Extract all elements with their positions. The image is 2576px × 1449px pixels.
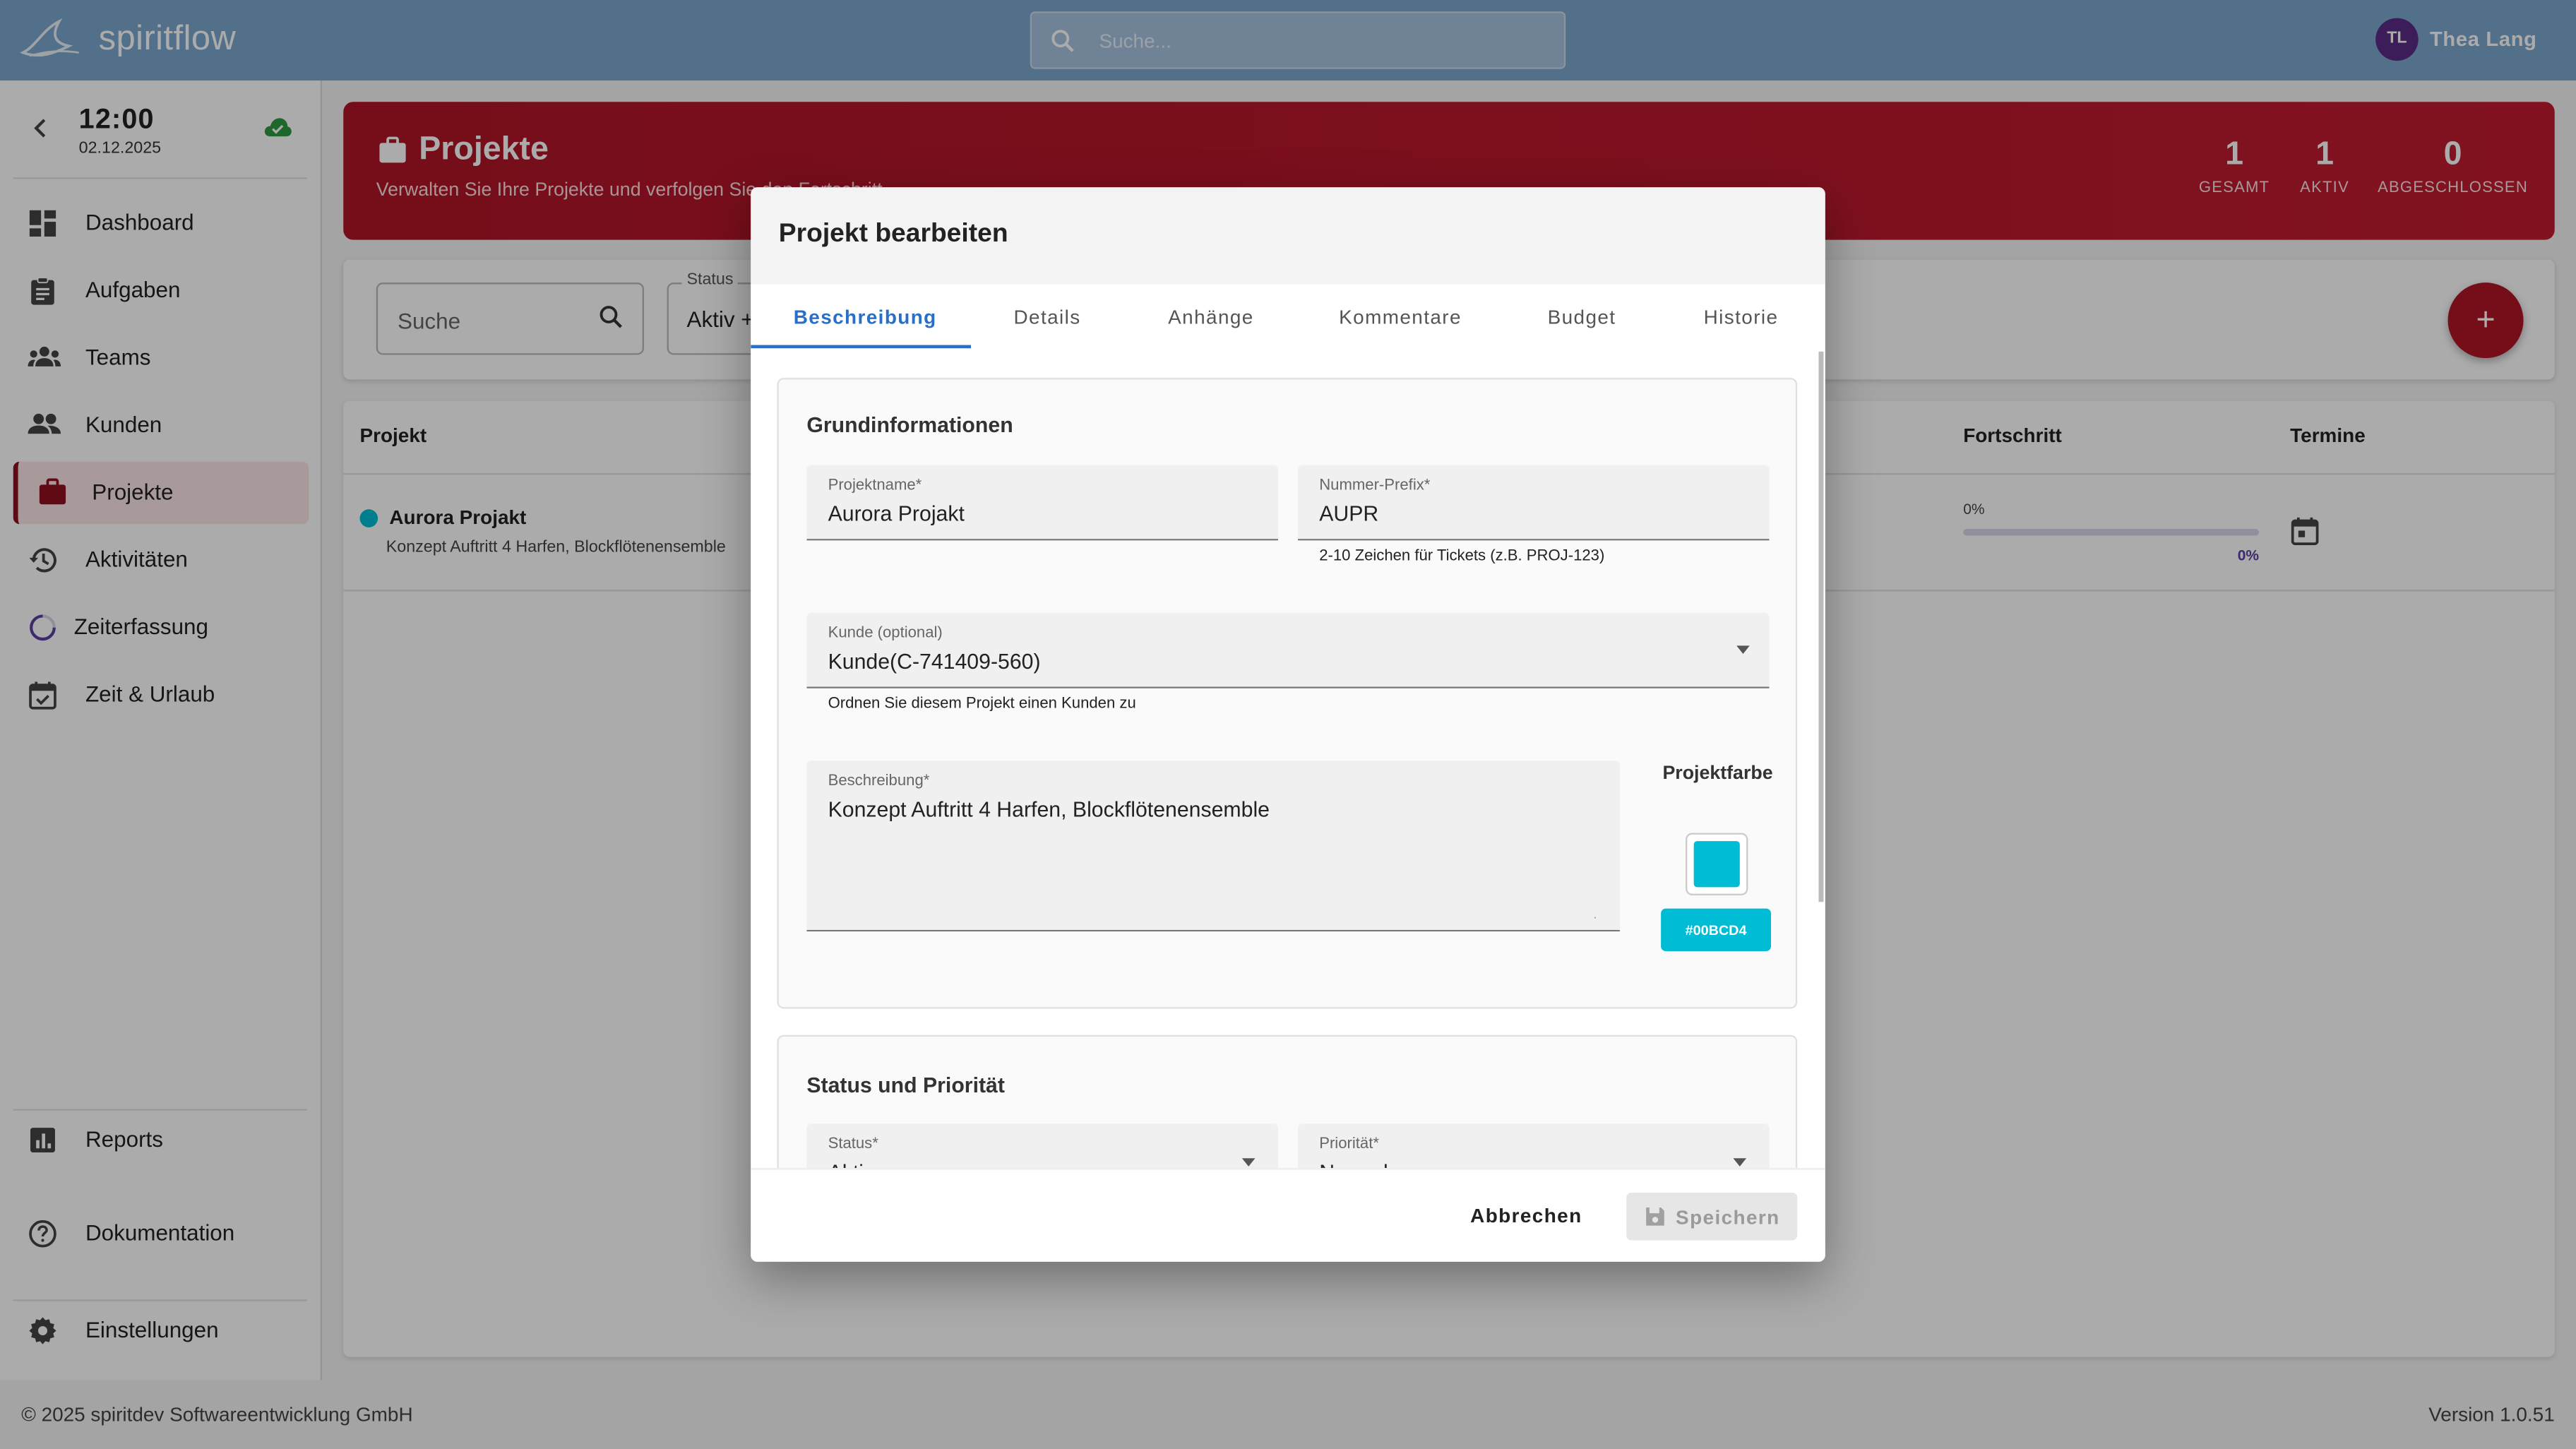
status-priority-card: Status und Priorität Status* Aktiv Prior… [777,1034,1798,1169]
dialog-scrollbar[interactable] [1818,351,1824,902]
dialog-header: Projekt bearbeiten [751,187,1825,285]
tab-anhaenge[interactable]: Anhänge [1168,306,1254,329]
customer-select[interactable]: Kunde (optional) Kunde(C-741409-560) [806,612,1770,688]
prefix-helper-text: 2-10 Zeichen für Tickets (z.B. PROJ-123) [1319,547,1605,566]
save-button[interactable]: Speichern [1626,1193,1798,1241]
color-swatch [1693,841,1740,888]
field-value: AUPR [1319,501,1379,526]
dialog-title: Projekt bearbeiten [778,220,1008,249]
description-textarea[interactable]: Beschreibung* Konzept Auftritt 4 Harfen,… [806,761,1620,932]
field-label: Beschreibung* [828,772,930,791]
field-value: Aktiv [828,1160,875,1169]
tab-historie[interactable]: Historie [1704,306,1779,329]
color-hex-button[interactable]: #00BCD4 [1661,908,1771,952]
field-label: Projektname* [828,476,922,495]
customer-helper-text: Ordnen Sie diesem Projekt einen Kunden z… [828,695,1136,713]
tab-kommentare[interactable]: Kommentare [1339,306,1462,329]
dialog-body: Grundinformationen Projektname* Aurora P… [751,350,1825,1169]
field-value: Konzept Auftritt 4 Harfen, Blockflötenen… [828,797,1270,822]
field-value: Normal [1319,1160,1388,1169]
field-label: Nummer-Prefix* [1319,476,1431,495]
section-title: Grundinformationen [806,412,1013,437]
basic-info-card: Grundinformationen Projektname* Aurora P… [777,378,1798,1009]
cancel-button[interactable]: Abbrechen [1460,1193,1592,1240]
project-color-label: Projektfarbe [1662,763,1773,784]
section-title: Status und Priorität [806,1073,1005,1098]
dialog-footer: Abbrechen Speichern [751,1168,1825,1262]
tab-beschreibung[interactable]: Beschreibung [794,306,937,329]
dropdown-arrow-icon [1736,645,1750,654]
field-label: Status* [828,1135,878,1154]
priority-select[interactable]: Priorität* Normal [1297,1123,1770,1169]
field-label: Kunde (optional) [828,624,943,643]
save-icon [1645,1206,1666,1232]
dialog-tabs: Beschreibung Details Anhänge Kommentare … [751,284,1825,352]
dropdown-arrow-icon [1733,1158,1747,1167]
app-root: spiritflow Suche... TL Thea Lang 12:00 0… [0,0,2576,1449]
active-tab-indicator [751,345,971,349]
save-button-label: Speichern [1676,1205,1780,1229]
field-value: Kunde(C-741409-560) [828,648,1041,674]
field-value: Aurora Projakt [828,501,965,526]
number-prefix-field[interactable]: Nummer-Prefix* AUPR [1297,465,1770,541]
project-name-field[interactable]: Projektname* Aurora Projakt [806,465,1279,541]
tab-budget[interactable]: Budget [1548,306,1616,329]
status-select[interactable]: Status* Aktiv [806,1123,1279,1169]
edit-project-dialog: Projekt bearbeiten Beschreibung Details … [751,187,1825,1262]
resize-handle-icon[interactable]: . [1593,907,1597,922]
dropdown-arrow-icon [1241,1158,1256,1167]
field-label: Priorität* [1319,1135,1379,1154]
tab-details[interactable]: Details [1013,306,1080,329]
color-picker-swatch[interactable] [1686,833,1748,895]
